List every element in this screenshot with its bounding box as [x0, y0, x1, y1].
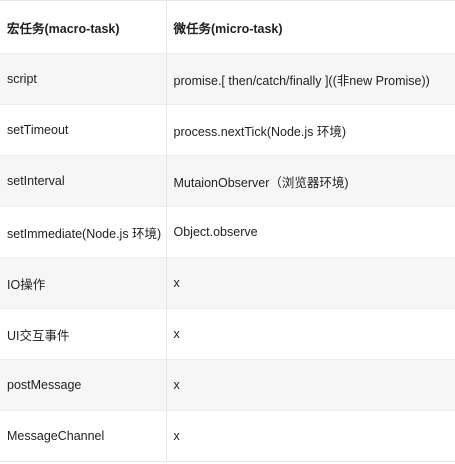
table-row: UI交互事件 x [0, 308, 455, 360]
macro-task-cell: IO操作 [0, 257, 166, 309]
table-header-row: 宏任务(macro-task) 微任务(micro-task) [0, 0, 455, 54]
micro-task-cell: promise.[ then/catch/finally ]((非new Pro… [165, 53, 455, 105]
macro-task-cell: script [0, 53, 166, 105]
table-row: postMessage x [0, 359, 455, 411]
macro-task-cell: setImmediate(Node.js 环境) [0, 206, 166, 258]
macro-task-cell: setTimeout [0, 104, 166, 156]
table-row: MessageChannel x [0, 410, 455, 462]
macro-task-cell: postMessage [0, 359, 166, 411]
micro-task-cell: x [165, 257, 455, 309]
micro-task-cell: MutaionObserver（浏览器环境) [165, 155, 455, 207]
header-macro-task: 宏任务(macro-task) [0, 0, 166, 54]
macro-task-cell: UI交互事件 [0, 308, 166, 360]
table-row: script promise.[ then/catch/finally ]((非… [0, 53, 455, 105]
task-comparison-table: 宏任务(macro-task) 微任务(micro-task) script p… [0, 0, 455, 462]
micro-task-cell: x [165, 410, 455, 462]
table-row: IO操作 x [0, 257, 455, 309]
macro-task-cell: MessageChannel [0, 410, 166, 462]
micro-task-cell: x [165, 308, 455, 360]
header-micro-task: 微任务(micro-task) [165, 0, 455, 54]
table-row: setInterval MutaionObserver（浏览器环境) [0, 155, 455, 207]
table-row: setTimeout process.nextTick(Node.js 环境) [0, 104, 455, 156]
macro-task-cell: setInterval [0, 155, 166, 207]
micro-task-cell: x [165, 359, 455, 411]
micro-task-cell: Object.observe [165, 206, 455, 258]
micro-task-cell: process.nextTick(Node.js 环境) [165, 104, 455, 156]
table-row: setImmediate(Node.js 环境) Object.observe [0, 206, 455, 258]
